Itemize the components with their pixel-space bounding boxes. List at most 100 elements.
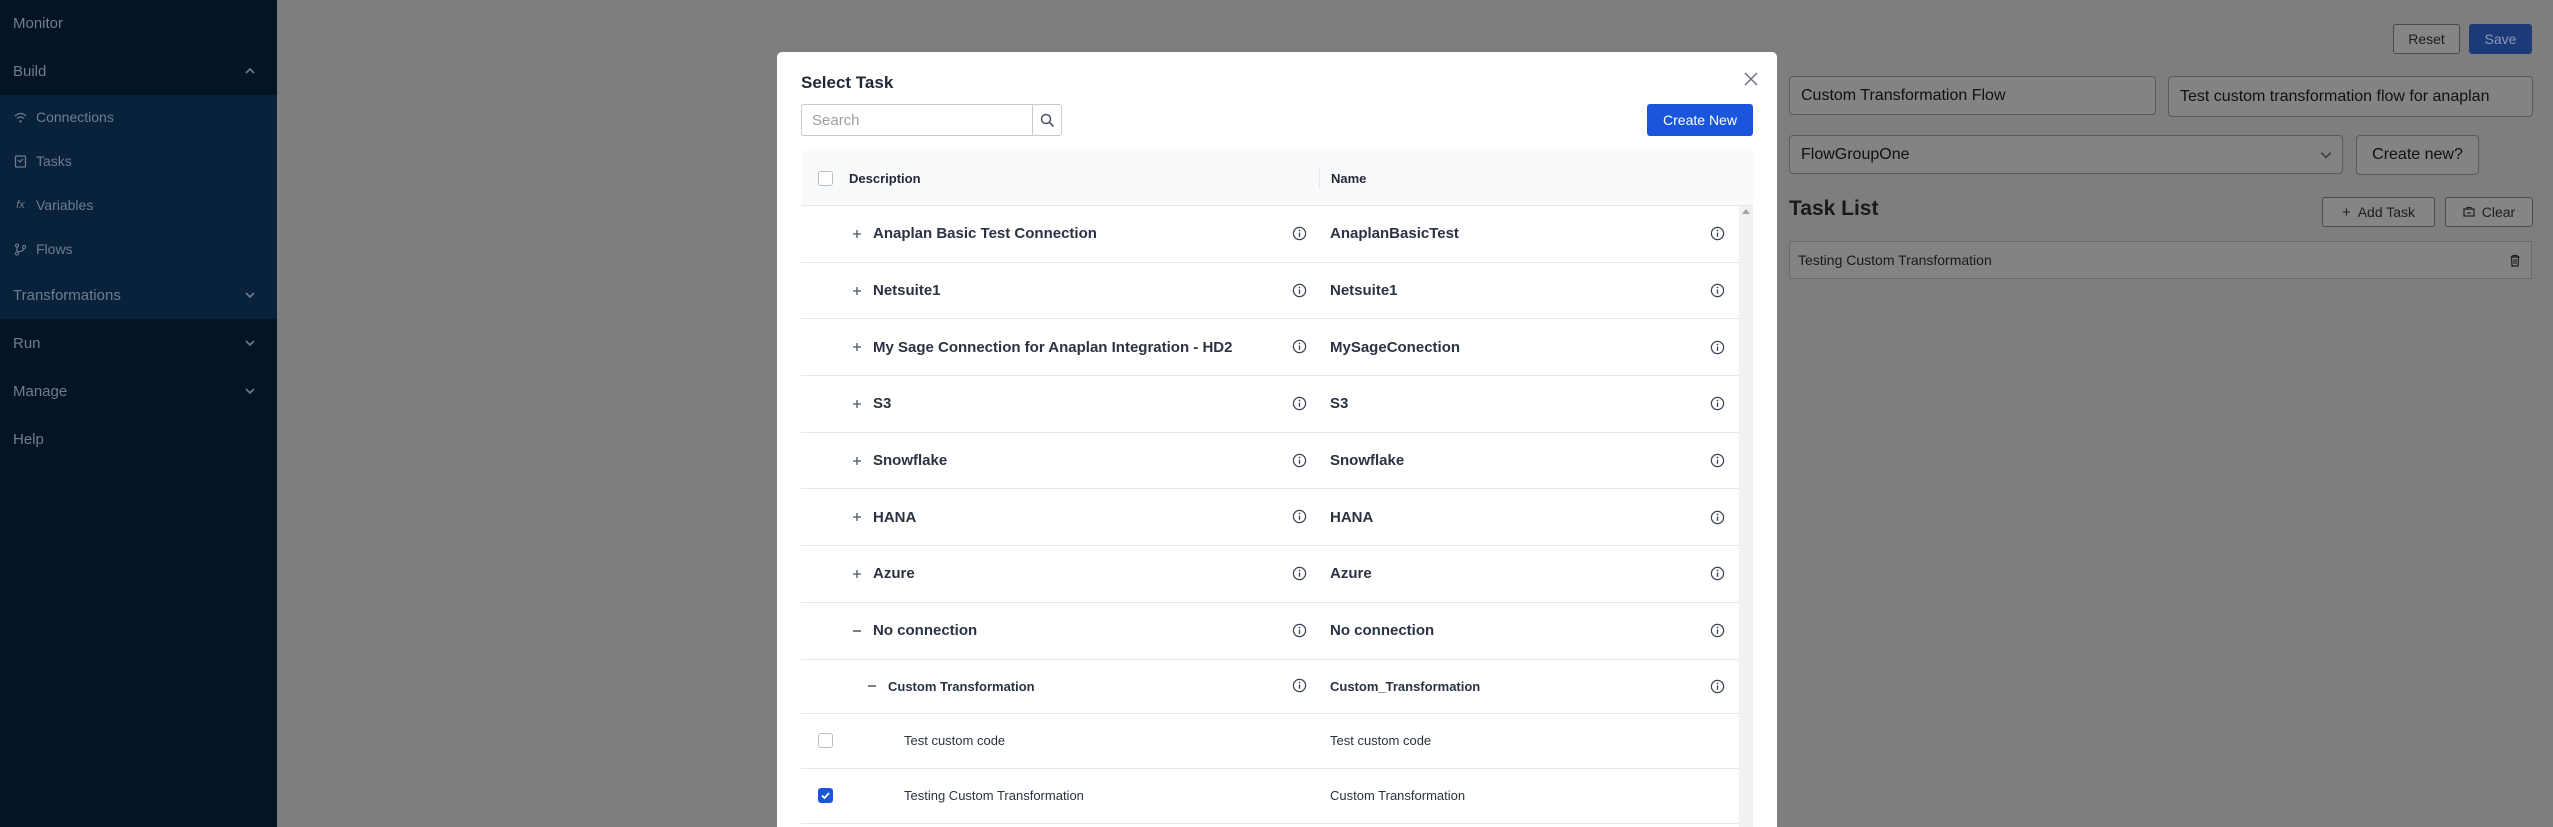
info-icon[interactable] xyxy=(1710,453,1725,468)
task-icon xyxy=(14,154,27,168)
expand-icon[interactable] xyxy=(849,566,865,582)
info-icon[interactable] xyxy=(1292,509,1307,524)
table-row[interactable]: Azure Azure xyxy=(801,546,1739,603)
table-row-task[interactable]: Testing Custom Transformation Custom Tra… xyxy=(801,769,1739,824)
table-row-task[interactable]: Test custom code Test custom code xyxy=(801,714,1739,769)
row-name: AnaplanBasicTest xyxy=(1330,225,1459,243)
trash-icon[interactable] xyxy=(2509,254,2521,267)
info-icon[interactable] xyxy=(1292,678,1307,693)
save-button[interactable]: Save xyxy=(2469,24,2532,54)
select-task-modal: Select Task Create New Description Name … xyxy=(777,52,1777,827)
flow-group-select[interactable]: FlowGroupOne xyxy=(1789,135,2343,174)
info-icon[interactable] xyxy=(1710,566,1725,581)
expand-icon[interactable] xyxy=(849,509,865,525)
expand-icon[interactable] xyxy=(849,283,865,299)
flow-name-field[interactable]: Custom Transformation Flow xyxy=(1789,76,2156,115)
info-icon[interactable] xyxy=(1292,283,1307,298)
row-name: Snowflake xyxy=(1330,452,1405,470)
sidebar-item-connections[interactable]: Connections xyxy=(0,95,277,139)
search-input[interactable] xyxy=(801,104,1033,136)
task-checkbox[interactable] xyxy=(817,733,833,748)
branch-icon xyxy=(14,243,27,256)
task-table: Description Name Anaplan Basic Test Conn… xyxy=(801,151,1753,824)
add-task-button[interactable]: + Add Task xyxy=(2322,197,2435,227)
table-row[interactable]: Netsuite1 Netsuite1 xyxy=(801,263,1739,320)
info-icon[interactable] xyxy=(1710,340,1725,355)
column-description: Description xyxy=(849,170,921,186)
function-icon: fx xyxy=(16,199,25,211)
expand-icon[interactable] xyxy=(849,226,865,242)
chevron-up-icon xyxy=(245,67,255,74)
sidebar-item-label: Variables xyxy=(36,197,94,213)
sidebar-item-flows[interactable]: Flows xyxy=(0,227,277,271)
chevron-down-icon xyxy=(2320,151,2332,159)
info-icon[interactable] xyxy=(1710,510,1725,525)
table-row[interactable]: Snowflake Snowflake xyxy=(801,433,1739,490)
info-icon[interactable] xyxy=(1710,226,1725,241)
sidebar-item-tasks[interactable]: Tasks xyxy=(0,139,277,183)
clear-button[interactable]: Clear xyxy=(2445,197,2533,227)
build-submenu: Connections Tasks fx Variables Flows xyxy=(0,95,277,271)
info-icon[interactable] xyxy=(1292,453,1307,468)
reset-button[interactable]: Reset xyxy=(2393,24,2460,54)
nav-build[interactable]: Build xyxy=(0,47,277,95)
table-row[interactable]: HANA HANA xyxy=(801,489,1739,547)
info-icon[interactable] xyxy=(1292,623,1307,638)
nav-transformations[interactable]: Transformations xyxy=(0,271,277,319)
info-icon[interactable] xyxy=(1710,623,1725,638)
search-button[interactable] xyxy=(1032,104,1062,136)
scroll-up-icon[interactable] xyxy=(1739,208,1753,218)
flow-description-field[interactable]: Test custom transformation flow for anap… xyxy=(2168,76,2533,117)
row-description: HANA xyxy=(873,508,917,526)
reset-button-label: Reset xyxy=(2408,31,2445,47)
select-all-checkbox[interactable] xyxy=(817,170,833,186)
table-row[interactable]: My Sage Connection for Anaplan Integrati… xyxy=(801,319,1739,377)
task-checkbox-checked[interactable] xyxy=(817,788,833,803)
row-description: Snowflake xyxy=(873,452,948,470)
expand-icon[interactable] xyxy=(849,396,865,412)
row-name: MySageConection xyxy=(1330,338,1461,356)
info-icon[interactable] xyxy=(1292,566,1307,581)
row-name: Custom Transformation xyxy=(1330,788,1466,803)
table-body: Anaplan Basic Test Connection AnaplanBas… xyxy=(801,206,1753,824)
scrollbar[interactable] xyxy=(1739,206,1753,827)
expand-icon[interactable] xyxy=(849,453,865,469)
info-icon[interactable] xyxy=(1710,679,1725,694)
info-icon[interactable] xyxy=(1710,396,1725,411)
row-description: Testing Custom Transformation xyxy=(904,788,1084,803)
nav-build-label: Build xyxy=(13,62,47,80)
nav-manage-label: Manage xyxy=(13,382,68,400)
nav-manage[interactable]: Manage xyxy=(0,367,277,415)
row-description: Custom Transformation xyxy=(888,678,1035,694)
create-new-button[interactable]: Create New xyxy=(1647,104,1753,136)
table-row[interactable]: Anaplan Basic Test Connection AnaplanBas… xyxy=(801,206,1739,263)
create-group-button[interactable]: Create new? xyxy=(2356,135,2479,175)
info-icon[interactable] xyxy=(1710,283,1725,298)
add-task-label: Add Task xyxy=(2357,204,2416,220)
collapse-icon[interactable] xyxy=(849,623,865,639)
flow-group-value: FlowGroupOne xyxy=(1801,145,1910,163)
sidebar-item-label: Connections xyxy=(36,109,114,125)
clear-label: Clear xyxy=(2481,204,2516,220)
row-description: S3 xyxy=(873,395,892,413)
info-icon[interactable] xyxy=(1292,226,1307,241)
sidebar-item-variables[interactable]: fx Variables xyxy=(0,183,277,227)
search-icon xyxy=(1040,113,1054,127)
table-row-subgroup[interactable]: Custom Transformation Custom_Transformat… xyxy=(801,660,1739,714)
nav-monitor[interactable]: Monitor xyxy=(0,0,277,47)
row-description: Test custom code xyxy=(904,733,1006,748)
eraser-icon xyxy=(2463,206,2475,217)
table-row[interactable]: S3 S3 xyxy=(801,376,1739,433)
plus-icon: + xyxy=(2341,203,2351,221)
info-icon[interactable] xyxy=(1292,396,1307,411)
sidebar-item-label: Flows xyxy=(36,241,73,257)
info-icon[interactable] xyxy=(1292,339,1307,354)
nav-help[interactable]: Help xyxy=(0,415,277,463)
task-list-item[interactable]: Testing Custom Transformation xyxy=(1789,241,2532,279)
expand-icon[interactable] xyxy=(849,339,865,355)
table-row[interactable]: No connection No connection xyxy=(801,603,1739,660)
table-header: Description Name xyxy=(801,151,1753,206)
close-icon[interactable] xyxy=(1742,70,1760,88)
nav-run[interactable]: Run xyxy=(0,319,277,367)
collapse-icon[interactable] xyxy=(864,678,880,694)
